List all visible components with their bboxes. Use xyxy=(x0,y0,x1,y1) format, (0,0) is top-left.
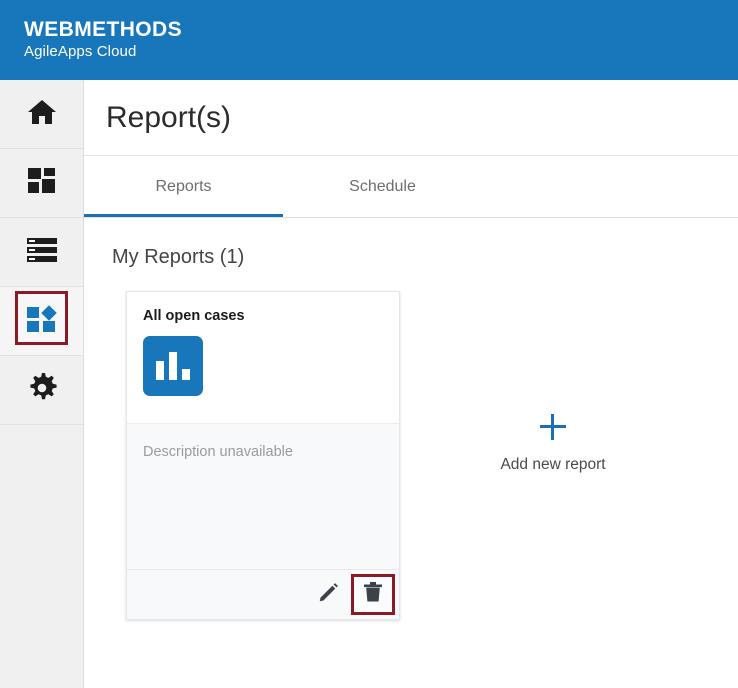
bar-chart-bar-3 xyxy=(182,369,190,380)
tab-schedule-label: Schedule xyxy=(349,177,416,195)
add-new-report-button[interactable]: Add new report xyxy=(468,414,638,474)
active-tab-indicator xyxy=(84,214,283,217)
sidebar-item-dashboard[interactable] xyxy=(0,149,83,218)
plus-icon xyxy=(540,414,566,440)
apps-tiles-icon xyxy=(26,304,57,338)
sidebar-item-home[interactable] xyxy=(0,80,83,149)
report-card[interactable]: All open cases Description unavailable xyxy=(126,291,400,620)
brand-name: WEBMETHODS xyxy=(24,18,182,41)
report-card-title: All open cases xyxy=(143,308,245,324)
report-card-description: Description unavailable xyxy=(127,423,399,569)
edit-report-button[interactable] xyxy=(309,575,349,615)
sidebar-item-settings[interactable] xyxy=(0,356,83,425)
report-card-header: All open cases xyxy=(127,292,399,423)
add-new-report-label: Add new report xyxy=(500,456,606,473)
section-heading: My Reports (1) xyxy=(112,246,245,268)
sidebar xyxy=(0,80,84,688)
bar-chart-bar-2 xyxy=(169,352,177,380)
gear-icon xyxy=(27,372,57,408)
tab-reports-label: Reports xyxy=(155,177,212,195)
tab-schedule[interactable]: Schedule xyxy=(283,156,482,217)
reports-grid: All open cases Description unavailable A… xyxy=(84,291,738,620)
delete-report-button[interactable] xyxy=(351,574,395,615)
report-card-actions xyxy=(127,569,399,619)
home-icon xyxy=(27,98,57,131)
main-content: Report(s) Reports Schedule My Reports (1… xyxy=(84,80,738,688)
tab-reports[interactable]: Reports xyxy=(84,156,283,217)
sidebar-item-apps[interactable] xyxy=(0,287,83,356)
page-title: Report(s) xyxy=(106,100,232,134)
report-description-text: Description unavailable xyxy=(143,444,293,460)
sidebar-item-records[interactable] xyxy=(0,218,83,287)
app-header: WEBMETHODS AgileApps Cloud xyxy=(0,0,738,80)
dashboard-grid-icon xyxy=(27,167,56,199)
trash-icon xyxy=(363,581,383,608)
page-title-bar: Report(s) xyxy=(84,80,738,156)
brand-subtitle: AgileApps Cloud xyxy=(24,43,137,60)
list-rows-icon xyxy=(26,237,57,267)
app-root: WEBMETHODS AgileApps Cloud Report(s) Rep… xyxy=(0,0,738,688)
bar-chart-bar-1 xyxy=(156,361,164,380)
bar-chart-icon xyxy=(143,336,203,396)
pencil-icon xyxy=(318,581,340,608)
tab-bar: Reports Schedule xyxy=(84,156,738,218)
